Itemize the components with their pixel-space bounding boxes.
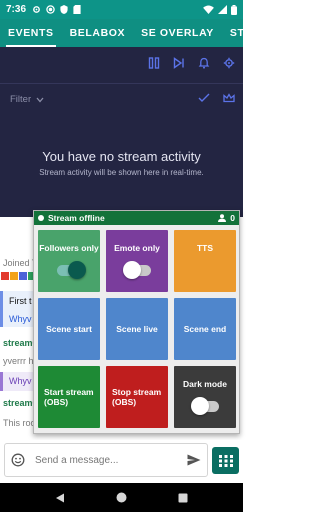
chat-line: First t: [9, 296, 32, 306]
tab-stream[interactable]: STRE: [222, 19, 243, 47]
tab-belabox[interactable]: BELABOX: [62, 19, 134, 47]
tab-se-overlay[interactable]: SE OVERLAY: [133, 19, 222, 47]
tile-label: Scene end: [183, 324, 227, 334]
emoji-icon[interactable]: [11, 453, 25, 467]
chevron-down-icon: [36, 97, 44, 102]
check-all-icon[interactable]: [198, 93, 211, 103]
home-icon[interactable]: [116, 492, 127, 503]
shield-status-icon: [60, 5, 68, 14]
chat-line: Whyv: [9, 376, 32, 386]
followers-only-tile[interactable]: Followers only: [38, 230, 100, 292]
tile-label: Emote only: [114, 243, 160, 253]
tile-label: Start stream (OBS): [44, 387, 94, 407]
settings-icon[interactable]: [223, 57, 235, 69]
status-bar: 7:36: [0, 0, 243, 19]
empty-state-subtitle: Stream activity will be shown here in re…: [39, 168, 204, 177]
tab-bar: EVENTS BELABOX SE OVERLAY STRE: [0, 19, 243, 47]
status-dot-icon: [38, 215, 44, 221]
settings-status-icon: [33, 6, 40, 13]
activity-panel: Filter You have no stream activity Strea…: [0, 47, 243, 217]
filter-actions: [198, 93, 235, 103]
scene-live-button[interactable]: Scene live: [106, 298, 168, 360]
tile-label: Dark mode: [183, 379, 227, 389]
system-nav-bar: [0, 483, 243, 512]
card-status-icon: [73, 5, 81, 14]
recents-icon[interactable]: [178, 493, 188, 503]
stream-status: Stream offline: [48, 213, 105, 223]
tile-label: Scene start: [46, 324, 92, 334]
followers-only-toggle[interactable]: [57, 261, 86, 279]
stop-stream-button[interactable]: Stop stream (OBS): [106, 366, 168, 428]
activity-toolbar: [148, 57, 235, 69]
back-icon[interactable]: [55, 493, 65, 503]
action-grid: Followers only Emote only TTS Scene star…: [34, 225, 239, 428]
start-stream-button[interactable]: Start stream (OBS): [38, 366, 100, 428]
tile-label: Stop stream (OBS): [112, 387, 162, 407]
chat-line: Whyv: [9, 314, 32, 324]
person-icon: [218, 214, 227, 222]
empty-state-title: You have no stream activity: [42, 149, 201, 164]
skip-icon[interactable]: [173, 57, 185, 69]
message-field[interactable]: Send a message...: [4, 443, 208, 477]
badge-icon: [1, 272, 9, 280]
viewer-count: 0: [218, 213, 235, 223]
wifi-icon: [203, 5, 214, 14]
signal-icon: [218, 5, 227, 14]
chat-line: yverrr h: [3, 356, 34, 366]
badge-icon: [19, 272, 27, 280]
tile-label: Followers only: [39, 243, 99, 253]
dark-mode-toggle[interactable]: [191, 397, 219, 415]
dark-mode-tile[interactable]: Dark mode: [174, 366, 236, 428]
battery-icon: [231, 4, 237, 15]
keyboard-grid-icon: [218, 454, 233, 467]
tile-label: TTS: [196, 243, 214, 253]
chat-badges: [1, 272, 36, 280]
filter-label: Filter: [10, 94, 32, 105]
emote-only-toggle[interactable]: [123, 261, 151, 279]
overlay-header[interactable]: Stream offline 0: [34, 211, 239, 225]
tile-label: Scene live: [116, 324, 158, 334]
scene-end-button[interactable]: Scene end: [174, 298, 236, 360]
stream-control-overlay: Stream offline 0 Followers only Emote on…: [33, 210, 240, 434]
filter-dropdown[interactable]: Filter: [10, 94, 44, 105]
status-time: 7:36: [6, 4, 27, 15]
bell-icon[interactable]: [198, 57, 210, 69]
activity-divider: [0, 83, 243, 84]
emote-only-tile[interactable]: Emote only: [106, 230, 168, 292]
crown-icon[interactable]: [223, 93, 235, 103]
badge-icon: [10, 272, 18, 280]
record-status-icon: [46, 5, 55, 14]
pause-icon[interactable]: [148, 57, 160, 69]
tts-tile[interactable]: TTS: [174, 230, 236, 292]
send-icon[interactable]: [187, 454, 201, 466]
message-placeholder: Send a message...: [35, 454, 119, 466]
scene-start-button[interactable]: Scene start: [38, 298, 100, 360]
quick-actions-button[interactable]: [212, 447, 239, 474]
tab-events[interactable]: EVENTS: [0, 19, 62, 47]
viewer-count-value: 0: [230, 213, 235, 223]
chat-line: This roo: [3, 418, 36, 428]
message-input-bar: Send a message...: [0, 440, 243, 483]
